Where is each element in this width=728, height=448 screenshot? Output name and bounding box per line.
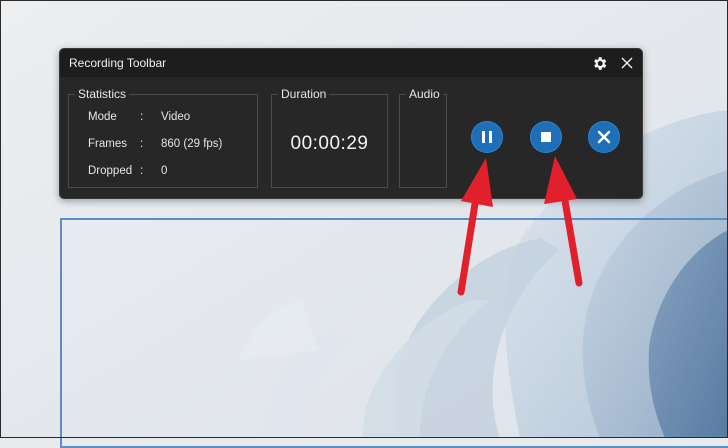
close-icon[interactable]: [618, 54, 636, 72]
gear-icon[interactable]: [589, 53, 609, 73]
cancel-button[interactable]: [588, 121, 620, 153]
capture-region-border: [60, 218, 728, 448]
stop-icon: [541, 132, 551, 142]
stat-key: Frames: [88, 138, 127, 150]
stat-key: Dropped: [88, 165, 133, 177]
titlebar: Recording Toolbar: [60, 49, 642, 77]
stat-sep: :: [140, 138, 144, 150]
duration-group: Duration 00:00:29: [271, 87, 388, 188]
duration-value: 00:00:29: [290, 133, 369, 154]
stat-sep: :: [140, 165, 144, 177]
stat-key: Mode: [88, 111, 117, 123]
audio-group: Audio: [399, 87, 447, 188]
pause-button[interactable]: [471, 121, 503, 153]
stat-value: 0: [161, 165, 168, 177]
recording-toolbar: Recording Toolbar Statistics Mode : Vide…: [59, 48, 643, 199]
duration-label: Duration: [278, 87, 330, 102]
pause-icon: [482, 131, 492, 143]
stat-value: 860 (29 fps): [161, 138, 223, 150]
statistics-group: Statistics Mode : Video Frames : 860 (29…: [68, 87, 258, 188]
cancel-icon: [597, 130, 611, 144]
stop-button[interactable]: [530, 121, 562, 153]
stat-value: Video: [161, 111, 191, 123]
statistics-label: Statistics: [75, 87, 130, 102]
toolbar-title: Recording Toolbar: [69, 56, 167, 70]
audio-label: Audio: [406, 87, 443, 102]
stat-sep: :: [140, 111, 144, 123]
